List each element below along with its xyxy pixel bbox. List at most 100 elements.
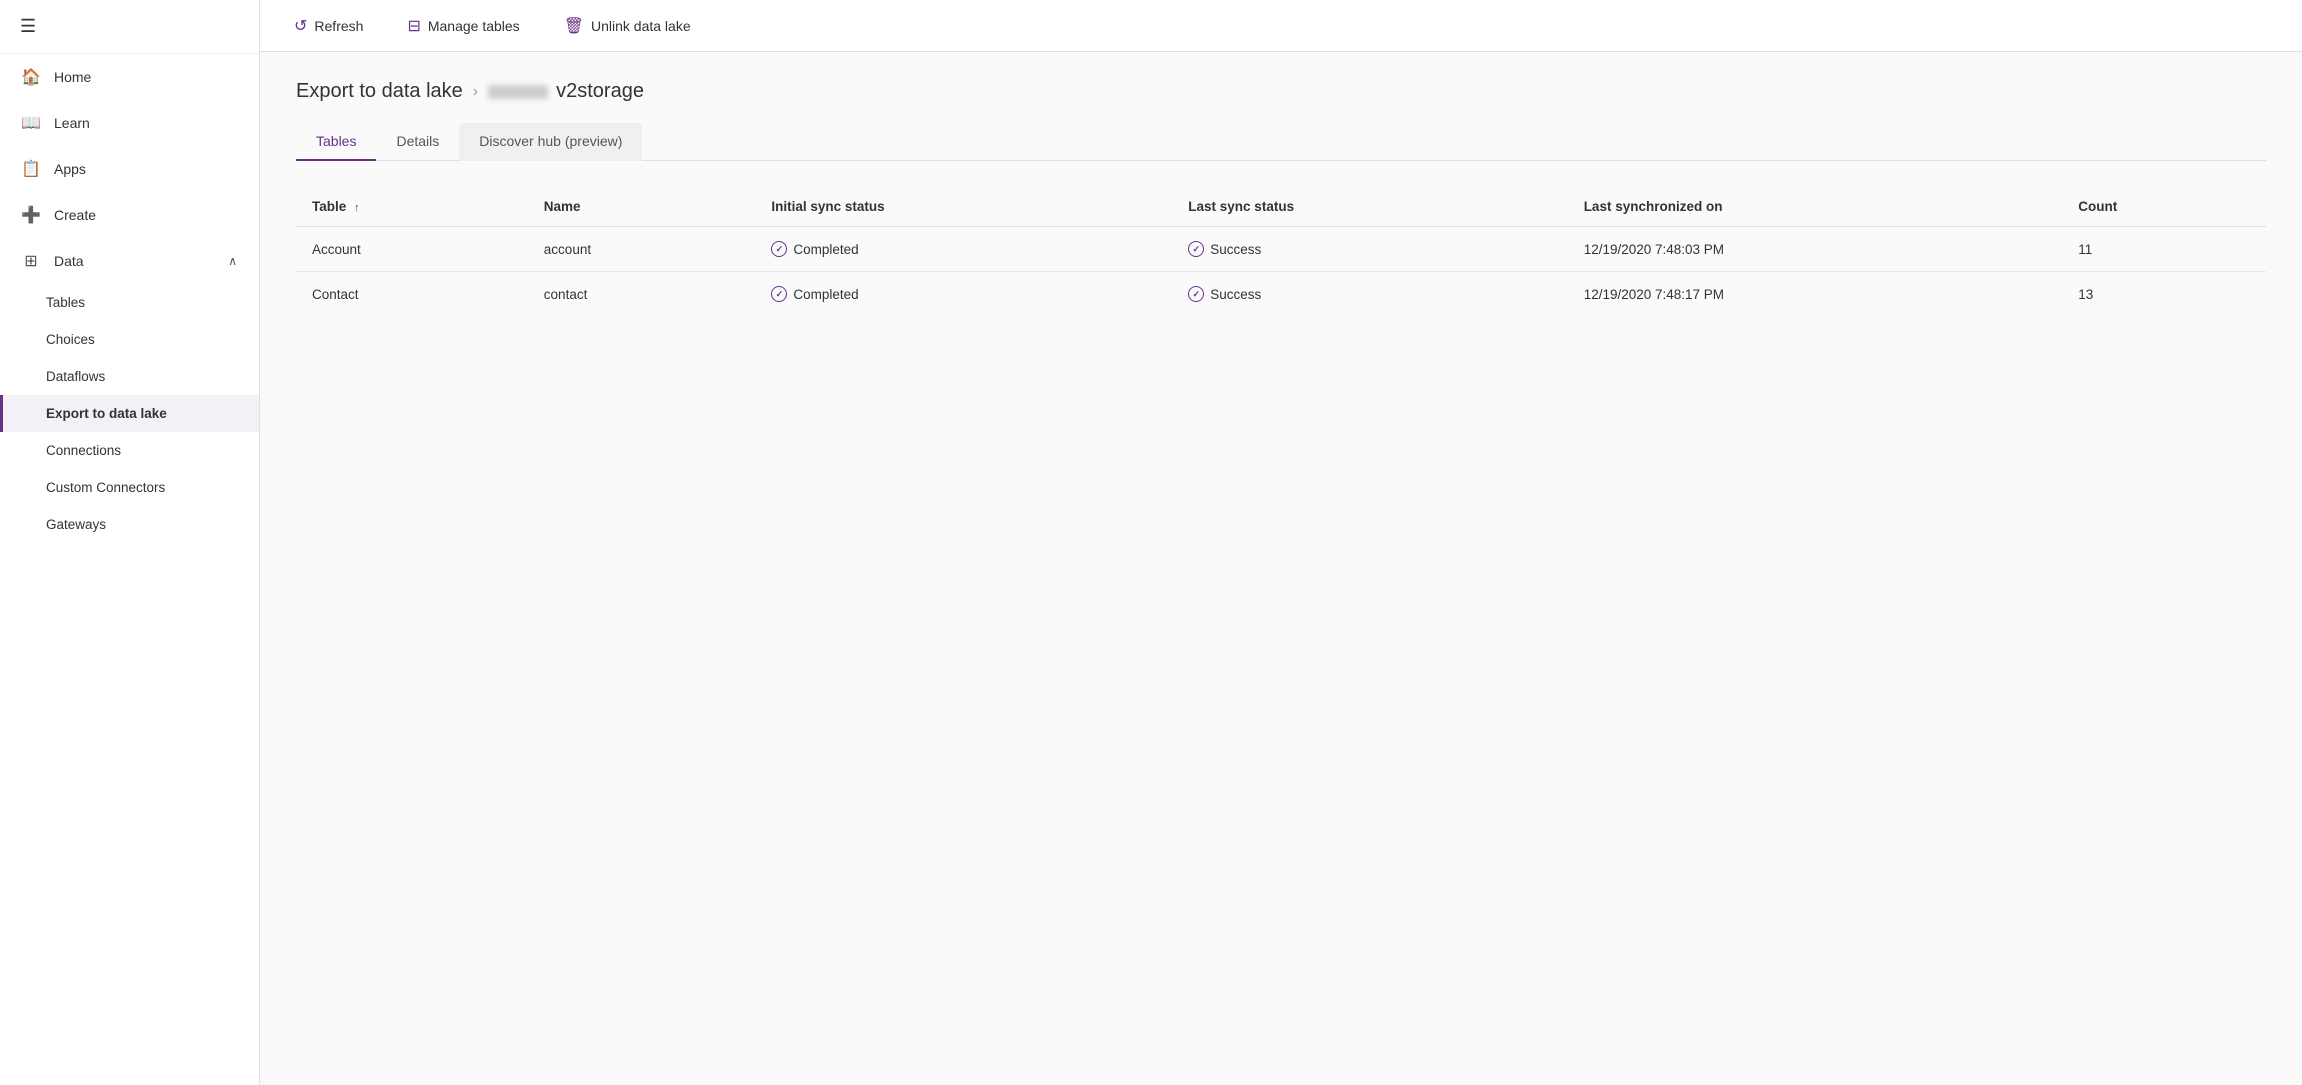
sidebar-item-gateways[interactable]: Gateways: [0, 506, 259, 543]
sidebar-item-data[interactable]: ⊞ Data ∧: [0, 238, 259, 284]
main-content: ↺ Refresh ⊟ Manage tables 🗑 Unlink data …: [260, 0, 2302, 1085]
sort-icon: ↑: [354, 202, 360, 214]
blurred-account: [488, 85, 548, 99]
cell-initial-sync: Completed: [755, 272, 1172, 317]
table-row[interactable]: Account account Completed Success: [296, 227, 2266, 272]
sidebar-item-home[interactable]: 🏠 Home: [0, 54, 259, 100]
toolbar: ↺ Refresh ⊟ Manage tables 🗑 Unlink data …: [260, 0, 2302, 52]
breadcrumb-separator: ›: [473, 83, 478, 101]
cell-count: 11: [2062, 227, 2266, 272]
status-success: Success: [1188, 286, 1551, 302]
check-circle-icon: [771, 241, 787, 257]
sidebar-item-connections[interactable]: Connections: [0, 432, 259, 469]
manage-tables-button[interactable]: ⊟ Manage tables: [397, 10, 529, 42]
unlink-label: Unlink data lake: [591, 18, 691, 34]
breadcrumb-parent[interactable]: Export to data lake: [296, 80, 463, 103]
cell-name: contact: [528, 272, 756, 317]
col-header-initial-sync[interactable]: Initial sync status: [755, 189, 1172, 227]
initial-sync-value: Completed: [793, 287, 858, 302]
last-sync-value: Success: [1210, 242, 1261, 257]
learn-icon: 📖: [22, 114, 40, 132]
breadcrumb: Export to data lake › v2storage: [296, 80, 2266, 103]
tab-discover-hub-label: Discover hub (preview): [479, 133, 622, 149]
page-content: Export to data lake › v2storage Tables D…: [260, 52, 2302, 1085]
sidebar-item-export-to-data-lake[interactable]: Export to data lake: [0, 395, 259, 432]
refresh-button[interactable]: ↺ Refresh: [284, 10, 373, 42]
tab-tables-label: Tables: [316, 133, 356, 149]
cell-last-sync: Success: [1172, 272, 1567, 317]
sidebar-item-label: Create: [54, 207, 96, 223]
create-icon: ➕: [22, 206, 40, 224]
sidebar-item-dataflows[interactable]: Dataflows: [0, 358, 259, 395]
col-header-last-sync[interactable]: Last sync status: [1172, 189, 1567, 227]
chevron-up-icon: ∧: [228, 254, 237, 268]
cell-count: 13: [2062, 272, 2266, 317]
sidebar-item-label: Learn: [54, 115, 90, 131]
sidebar-sub-label: Tables: [46, 295, 85, 310]
hamburger-icon[interactable]: ☰: [20, 16, 36, 36]
check-circle-icon: [1188, 241, 1204, 257]
manage-tables-icon: ⊟: [407, 16, 420, 36]
sidebar-sub-label: Custom Connectors: [46, 480, 165, 495]
sidebar-item-apps[interactable]: 📋 Apps: [0, 146, 259, 192]
col-header-name[interactable]: Name: [528, 189, 756, 227]
sidebar-data-section: ⊞ Data ∧ Tables Choices Dataflows Export…: [0, 238, 259, 543]
sidebar-item-choices[interactable]: Choices: [0, 321, 259, 358]
sidebar: ☰ 🏠 Home 📖 Learn 📋 Apps ➕ Create ⊞ Data …: [0, 0, 260, 1085]
check-circle-icon: [1188, 286, 1204, 302]
cell-table-name: Account: [296, 227, 528, 272]
sidebar-item-label: Home: [54, 69, 91, 85]
sidebar-sub-label: Gateways: [46, 517, 106, 532]
tab-details[interactable]: Details: [376, 123, 459, 161]
table-row[interactable]: Contact contact Completed Success: [296, 272, 2266, 317]
tab-tables[interactable]: Tables: [296, 123, 376, 161]
status-success: Success: [1188, 241, 1551, 257]
status-completed: Completed: [771, 286, 1156, 302]
col-header-last-sync-on[interactable]: Last synchronized on: [1568, 189, 2063, 227]
sidebar-sub-label: Dataflows: [46, 369, 105, 384]
sidebar-item-label: Apps: [54, 161, 86, 177]
col-count-label: Count: [2078, 199, 2117, 214]
col-name-label: Name: [544, 199, 581, 214]
breadcrumb-storage-name: v2storage: [556, 80, 644, 103]
sidebar-sub-label: Choices: [46, 332, 95, 347]
tab-details-label: Details: [396, 133, 439, 149]
cell-last-sync-on: 12/19/2020 7:48:17 PM: [1568, 272, 2063, 317]
unlink-icon: 🗑: [564, 16, 584, 36]
cell-name: account: [528, 227, 756, 272]
sidebar-item-custom-connectors[interactable]: Custom Connectors: [0, 469, 259, 506]
tab-discover-hub[interactable]: Discover hub (preview): [459, 123, 642, 161]
check-circle-icon: [771, 286, 787, 302]
status-completed: Completed: [771, 241, 1156, 257]
initial-sync-value: Completed: [793, 242, 858, 257]
data-table: Table ↑ Name Initial sync status Last sy…: [296, 189, 2266, 316]
sidebar-item-tables[interactable]: Tables: [0, 284, 259, 321]
refresh-label: Refresh: [314, 18, 363, 34]
col-header-count[interactable]: Count: [2062, 189, 2266, 227]
breadcrumb-storage: v2storage: [488, 80, 644, 103]
sidebar-top: ☰: [0, 0, 259, 54]
col-table-label: Table: [312, 199, 346, 214]
col-last-sync-label: Last sync status: [1188, 199, 1294, 214]
refresh-icon: ↺: [294, 16, 307, 36]
cell-table-name: Contact: [296, 272, 528, 317]
col-last-sync-on-label: Last synchronized on: [1584, 199, 1723, 214]
sidebar-item-create[interactable]: ➕ Create: [0, 192, 259, 238]
sidebar-item-learn[interactable]: 📖 Learn: [0, 100, 259, 146]
manage-tables-label: Manage tables: [428, 18, 520, 34]
cell-last-sync-on: 12/19/2020 7:48:03 PM: [1568, 227, 2063, 272]
unlink-data-lake-button[interactable]: 🗑 Unlink data lake: [554, 10, 701, 42]
apps-icon: 📋: [22, 160, 40, 178]
cell-last-sync: Success: [1172, 227, 1567, 272]
home-icon: 🏠: [22, 68, 40, 86]
sidebar-sub-label: Connections: [46, 443, 121, 458]
sidebar-sub-label: Export to data lake: [46, 406, 167, 421]
sidebar-item-label: Data: [54, 253, 84, 269]
col-initial-sync-label: Initial sync status: [771, 199, 884, 214]
data-icon: ⊞: [22, 252, 40, 270]
col-header-table[interactable]: Table ↑: [296, 189, 528, 227]
cell-initial-sync: Completed: [755, 227, 1172, 272]
last-sync-value: Success: [1210, 287, 1261, 302]
tabs-container: Tables Details Discover hub (preview): [296, 123, 2266, 161]
table-header-row: Table ↑ Name Initial sync status Last sy…: [296, 189, 2266, 227]
